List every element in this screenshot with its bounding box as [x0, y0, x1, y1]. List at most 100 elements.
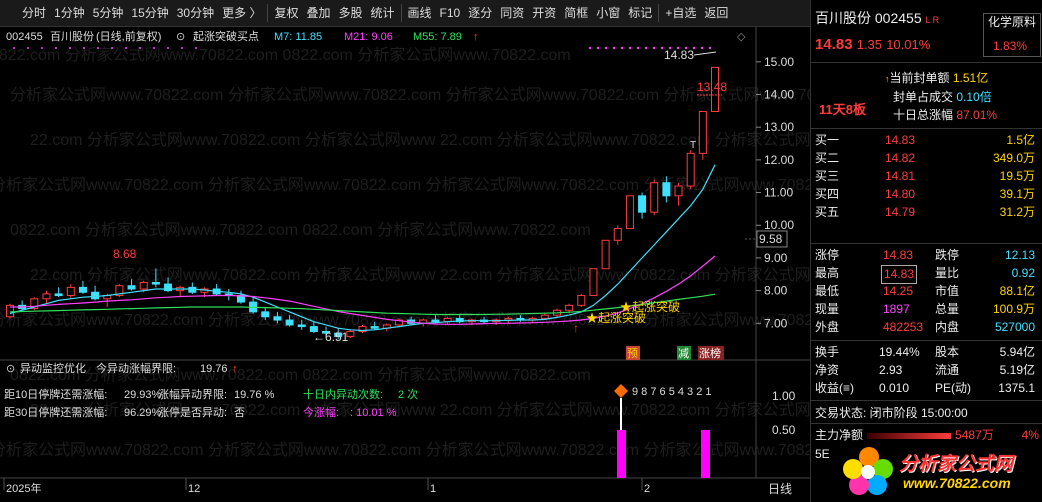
stat-value: 1897	[883, 302, 910, 316]
candle-body	[127, 285, 136, 290]
candle-body	[540, 314, 549, 319]
candle-body	[698, 110, 707, 154]
bid-price: 14.79	[885, 205, 916, 219]
breakout-label: ★起涨突破	[586, 310, 646, 325]
bid-price: 14.83	[885, 133, 916, 147]
candle-body	[686, 152, 695, 187]
stock-name-code: 百川股份 002455 L R	[815, 10, 940, 26]
logo-title: 分析家公式网	[899, 454, 1014, 475]
logo-url: www.70822.com	[903, 475, 1011, 491]
band-dot	[660, 46, 664, 50]
candle-body	[151, 281, 160, 285]
ten-day-gain: 十日总涨幅 87.01%	[893, 108, 998, 122]
candle-body	[589, 268, 598, 297]
chart-header-item: M55: 7.89	[413, 31, 462, 43]
toolbar-item-4[interactable]: 30分钟	[173, 0, 218, 27]
limit-marker-label: 13.48	[697, 80, 727, 94]
band-dot	[69, 47, 71, 49]
chart-header-item: M7: 11.85	[274, 31, 322, 43]
toolbar-item-10[interactable]: 画线	[404, 0, 436, 27]
stats-row: 最低 14.25 市值 88.1亿	[815, 283, 1039, 300]
bid-volume: 1.5亿	[1006, 133, 1035, 147]
toolbar-separator	[400, 4, 402, 22]
toolbar-item-18[interactable]: +自选	[661, 0, 700, 27]
toolbar-item-17[interactable]: 标记	[624, 0, 656, 27]
toolbar-item-0[interactable]: 分时	[0, 0, 50, 27]
candle-body	[662, 182, 671, 197]
stat-value: 14.83	[881, 265, 918, 284]
candle-body	[650, 182, 659, 213]
high-pointer	[693, 51, 717, 56]
fund-label: PE(动)	[935, 381, 972, 395]
candle-body	[297, 324, 306, 328]
bid-row[interactable]: 买三 14.81 19.5万	[815, 168, 1039, 185]
band-dot	[125, 47, 127, 49]
candle-body	[54, 293, 63, 297]
toolbar-item-7[interactable]: 叠加	[302, 0, 334, 27]
fund-value: 0.010	[879, 381, 910, 395]
toolbar-item-5[interactable]: 更多 〉	[218, 0, 265, 27]
band-dot	[588, 46, 592, 50]
fund-label: 净资	[815, 363, 840, 377]
price-tick-label: 12.00	[764, 153, 794, 167]
bid-row[interactable]: 买四 14.80 39.1万	[815, 186, 1039, 203]
band-dot	[700, 46, 704, 50]
fundamentals-row: 换手 19.44% 股本 5.94亿	[815, 344, 1039, 361]
band-dot	[636, 46, 640, 50]
bid-row[interactable]: 买二 14.82 349.0万	[815, 150, 1039, 167]
chart-header-item: 起涨突破买点	[193, 29, 259, 43]
candle-body	[674, 185, 683, 197]
low-label: ←6.51	[313, 330, 349, 344]
toolbar-item-3[interactable]: 15分钟	[127, 0, 172, 27]
sub-panel-label: 今异动涨幅界限:	[96, 361, 176, 375]
countdown-label: 9 8 7 6 5 4 3 2 1	[632, 386, 712, 398]
candle-body	[273, 316, 282, 321]
candle-body	[601, 239, 610, 270]
sector-pct: 1.83%	[993, 39, 1028, 53]
bid-volume: 31.2万	[999, 205, 1035, 219]
toolbar-item-14[interactable]: 开资	[528, 0, 560, 27]
bid-price: 14.82	[885, 151, 916, 165]
band-dot	[55, 47, 57, 49]
toolbar-item-19[interactable]: 返回	[700, 0, 732, 27]
stat-value: 12.13	[1004, 248, 1035, 262]
kline-chart[interactable]: 0822.com 分析家公式网www.70822.com 0822.com 分析…	[0, 27, 810, 502]
toolbar-item-6[interactable]: 复权	[270, 0, 302, 27]
watermark-text: 分析家公式网www.70822.com 分析家公式网www.70822.com …	[0, 441, 810, 459]
candle-body	[577, 295, 586, 306]
candle-body	[431, 319, 440, 323]
band-dot	[181, 47, 183, 49]
toolbar-item-16[interactable]: 小窗	[592, 0, 624, 27]
toolbar-item-11[interactable]: F10	[436, 0, 465, 27]
toolbar-item-2[interactable]: 5分钟	[89, 0, 128, 27]
sub-panel-title: 异动监控优化	[20, 361, 86, 375]
toolbar-item-13[interactable]: 同资	[496, 0, 528, 27]
watermark-text: 0822.com 分析家公式网www.70822.com 0822.com 分析…	[10, 221, 591, 239]
bid-volume: 19.5万	[999, 169, 1035, 183]
toolbar-item-1[interactable]: 1分钟	[50, 0, 89, 27]
band-dot	[708, 46, 712, 50]
band-dot	[620, 46, 624, 50]
toolbar-item-12[interactable]: 逐分	[464, 0, 496, 27]
toolbar-item-15[interactable]: 简框	[560, 0, 592, 27]
bid-volume: 349.0万	[992, 151, 1035, 165]
bid-row[interactable]: 买一 14.83 1.5亿	[815, 132, 1039, 149]
stat-label: 量比	[935, 266, 960, 280]
date-tick-label: 1	[430, 483, 436, 495]
zhangbang-badge-text: 涨榜	[699, 346, 721, 360]
sub-line-label2: 涨幅异动界限:	[158, 388, 227, 401]
stats-row: 最高 14.83 量比 0.92	[815, 265, 1039, 284]
candle-body	[188, 286, 197, 293]
sub-line-label3: 十日内异动次数:	[303, 387, 383, 401]
chart-header-item: M21: 9.06	[344, 31, 393, 43]
bid-label: 买二	[815, 151, 840, 165]
candle-body	[91, 291, 100, 300]
bid-row[interactable]: 买五 14.79 31.2万	[815, 204, 1039, 221]
fund-value: 2.93	[879, 363, 903, 377]
toolbar-item-8[interactable]: 多股	[334, 0, 366, 27]
toolbar-item-9[interactable]: 统计	[367, 0, 399, 27]
stat-label: 现量	[815, 302, 840, 316]
sub-panel-arrow: ↑	[232, 363, 238, 375]
price-tick-label: 13.00	[764, 120, 794, 134]
bid-label: 买一	[815, 133, 840, 147]
